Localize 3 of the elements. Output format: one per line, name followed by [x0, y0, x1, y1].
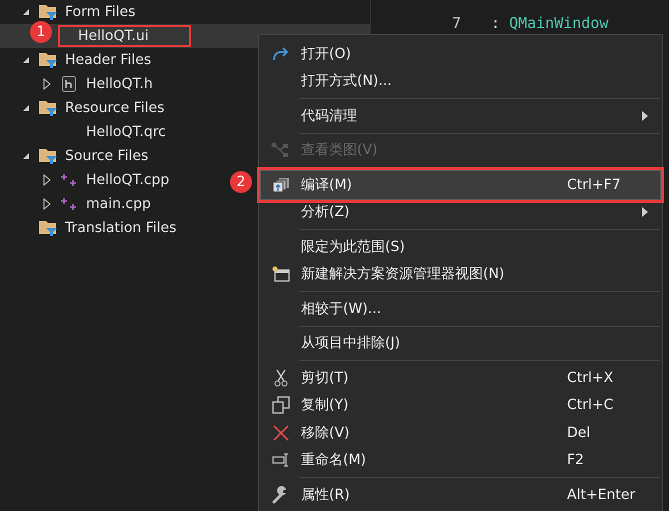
code-line: : QMainWindow: [491, 13, 608, 34]
step-badge: 2: [230, 171, 252, 193]
line-number: 7: [452, 13, 461, 34]
